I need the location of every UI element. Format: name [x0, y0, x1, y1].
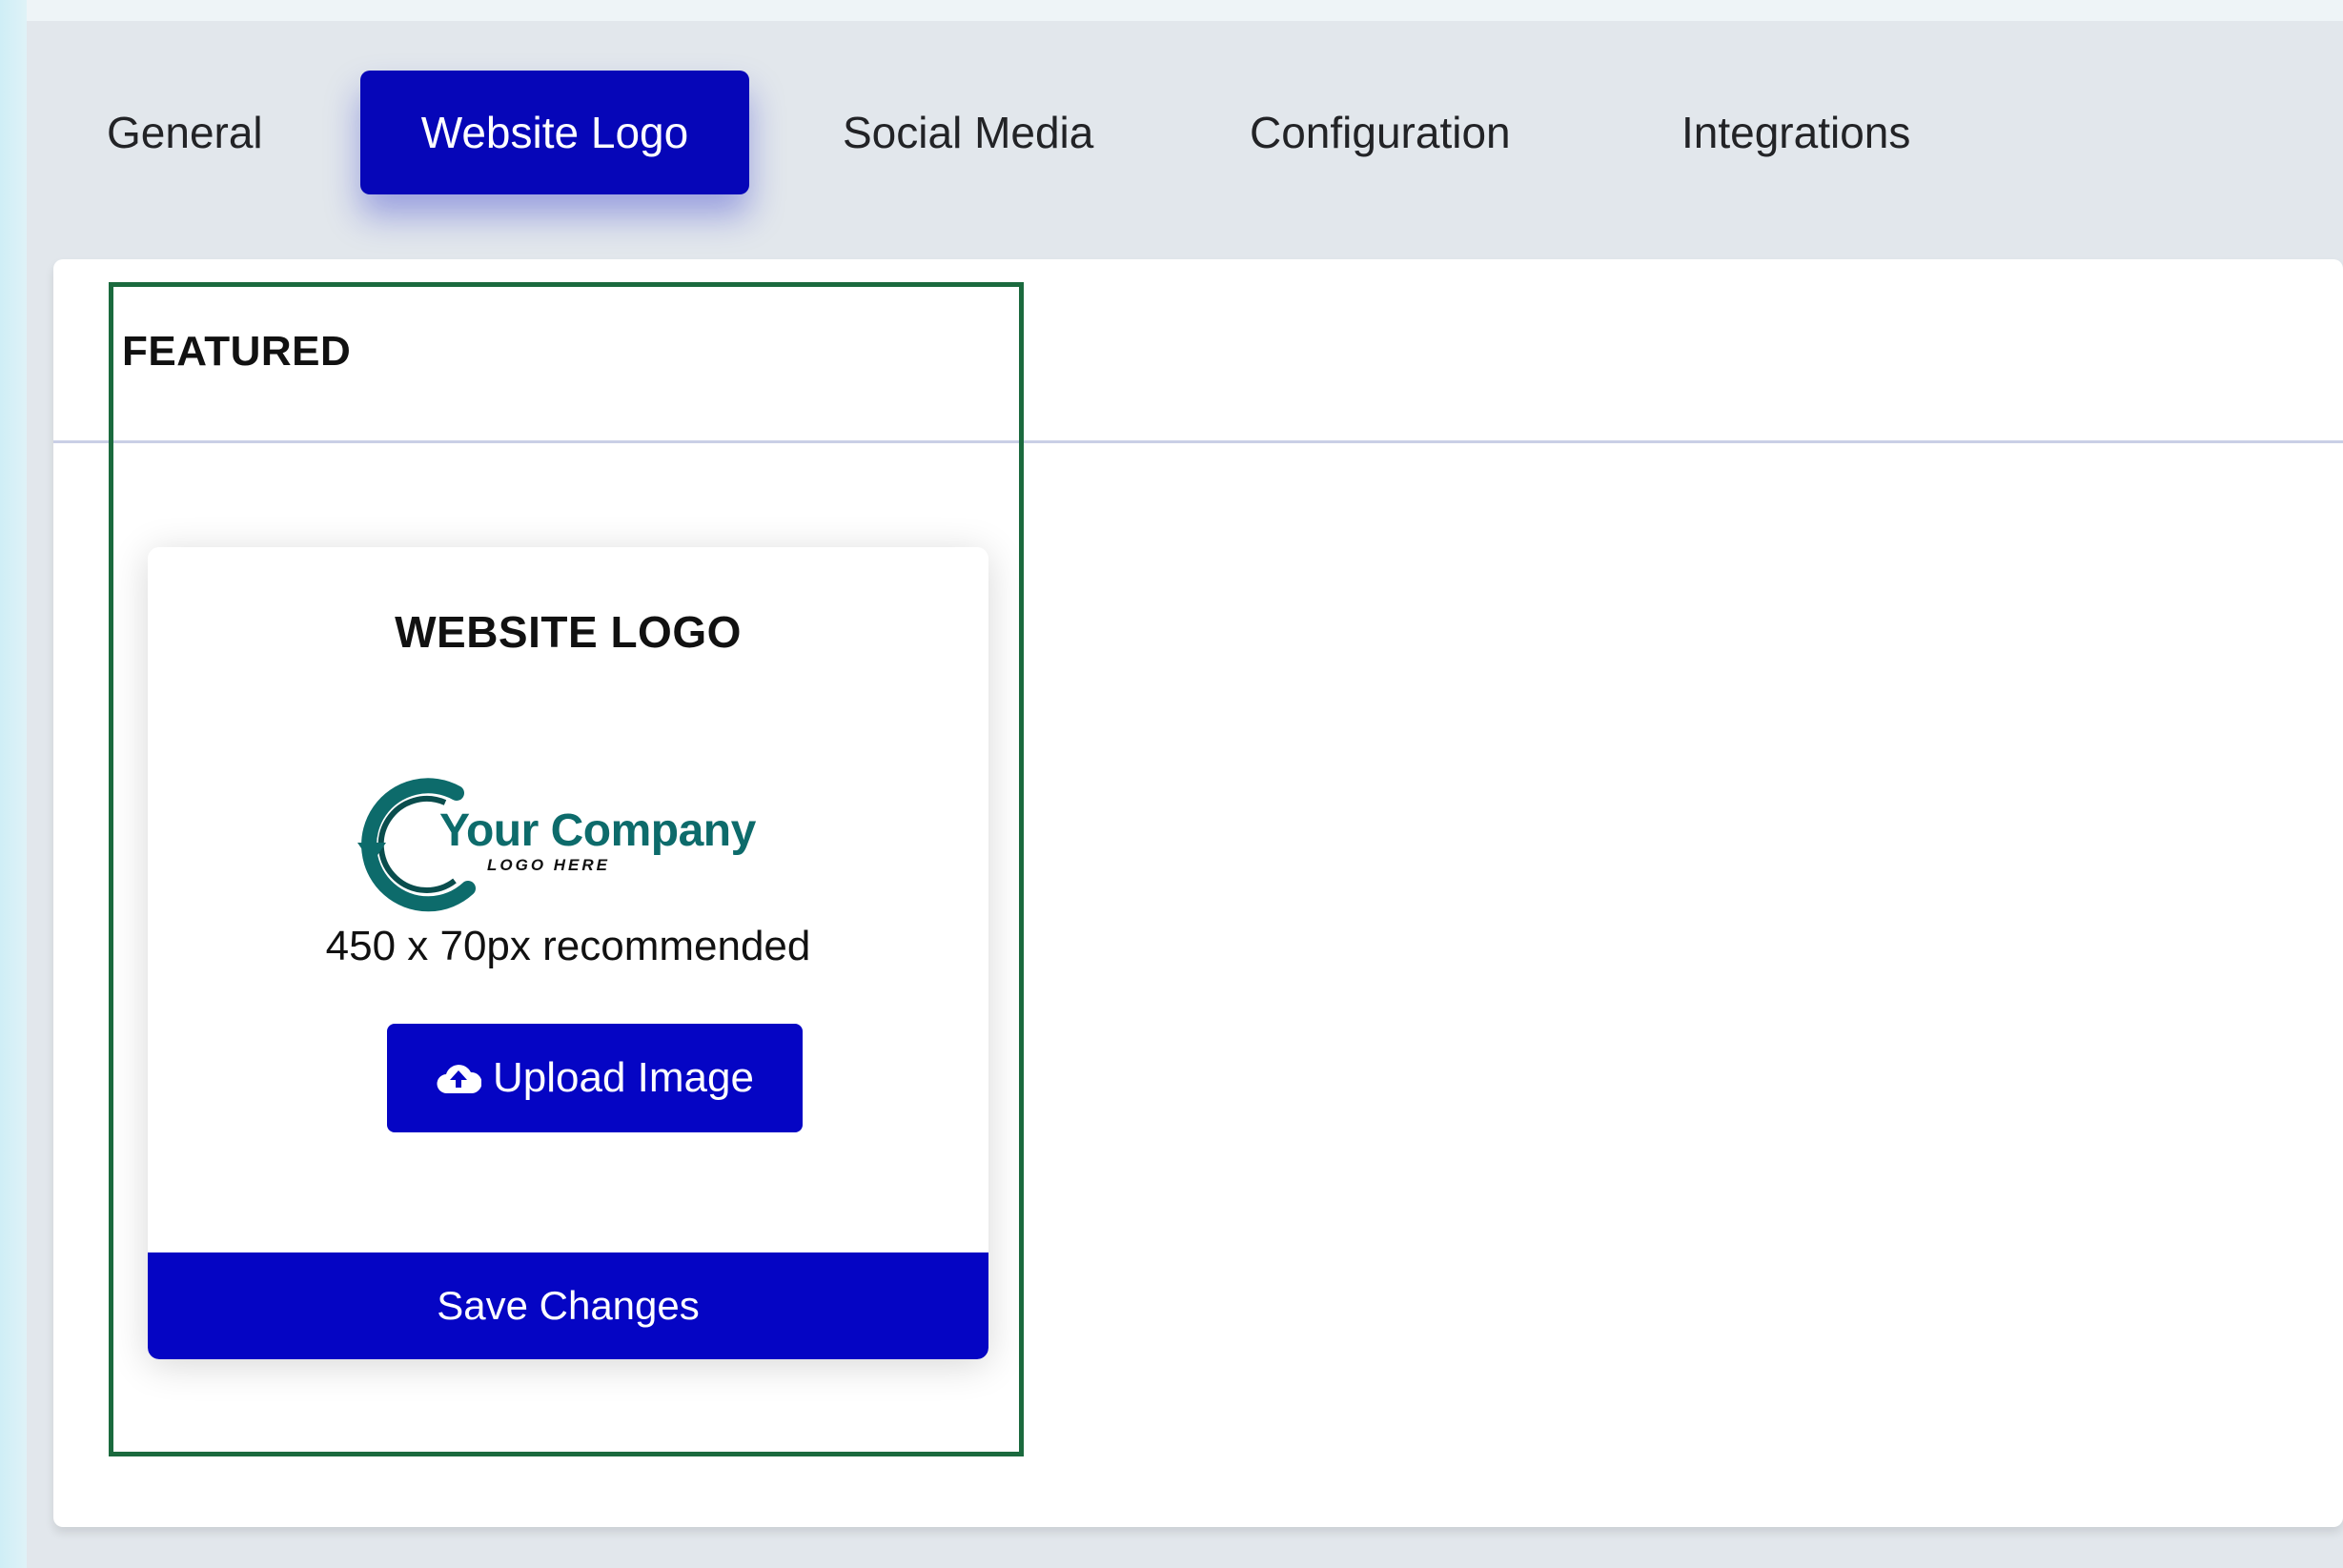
- upload-image-label: Upload Image: [493, 1054, 754, 1101]
- panel-divider: [53, 440, 2343, 443]
- tab-integrations[interactable]: Integrations: [1681, 71, 1910, 194]
- logo-company-text: Your Company: [439, 805, 756, 856]
- logo-tagline-text: LOGO HERE: [487, 856, 611, 874]
- card-title: WEBSITE LOGO: [395, 607, 742, 657]
- upload-image-button[interactable]: Upload Image: [387, 1024, 803, 1132]
- settings-app: General Website Logo Social Media Config…: [27, 0, 2343, 1568]
- save-changes-button[interactable]: Save Changes: [148, 1252, 988, 1359]
- tab-social-media[interactable]: Social Media: [843, 71, 1093, 194]
- logo-preview: Your Company LOGO HERE: [354, 776, 773, 919]
- tab-website-logo[interactable]: Website Logo: [360, 71, 749, 194]
- panel-title: FEATURED: [122, 328, 352, 375]
- tab-general[interactable]: General: [107, 71, 263, 194]
- website-logo-card: WEBSITE LOGO Your Company LOGO HERE 450 …: [148, 547, 988, 1359]
- cloud-upload-icon: [436, 1061, 482, 1095]
- top-strip: [27, 0, 2343, 21]
- size-hint: 450 x 70px recommended: [325, 923, 811, 969]
- tab-configuration[interactable]: Configuration: [1250, 71, 1511, 194]
- settings-panel: FEATURED WEBSITE LOGO Your Company LOGO …: [53, 259, 2343, 1527]
